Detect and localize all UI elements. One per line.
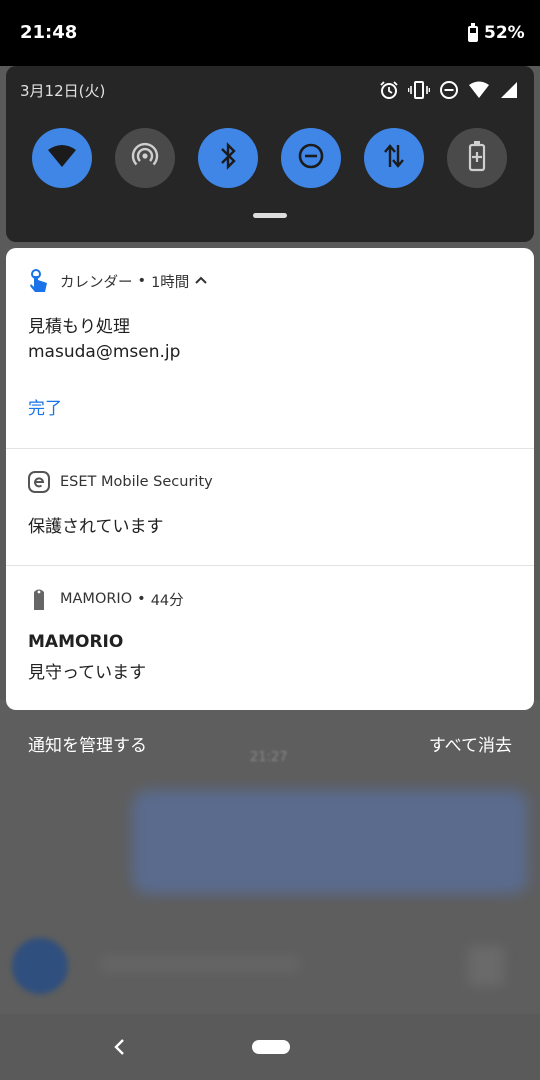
dnd-icon — [296, 141, 326, 175]
notification-time: 44分 — [150, 592, 184, 609]
qs-tiles — [32, 128, 507, 188]
notification-title: 見積もり処理 — [28, 317, 130, 337]
data-arrows-icon — [381, 141, 407, 175]
manage-notifications-button[interactable]: 通知を管理する — [28, 731, 147, 756]
notification-list: カレンダー • 1時間 見積もり処理 masuda@msen.jp 完了 ESE… — [6, 248, 534, 710]
notification-header: MAMORIO • 44分 — [28, 588, 184, 610]
notification-header: カレンダー • 1時間 — [28, 269, 208, 292]
notification-app-name: MAMORIO — [60, 591, 133, 607]
navigation-bar — [0, 1014, 540, 1080]
battery-percent: 52% — [484, 23, 525, 43]
tile-bluetooth[interactable] — [198, 128, 258, 188]
notification-text: 見守っています — [28, 663, 147, 683]
qs-date[interactable]: 3月12日(火) — [20, 80, 105, 101]
background-avatar — [12, 938, 68, 994]
tile-battery-saver[interactable] — [447, 128, 507, 188]
notification-app-name: カレンダー — [60, 274, 133, 291]
tile-do-not-disturb[interactable] — [281, 128, 341, 188]
notification-time: 1時間 — [151, 274, 190, 291]
bluetooth-icon — [217, 141, 239, 175]
tile-hotspot[interactable] — [115, 128, 175, 188]
background-text-line — [100, 956, 300, 972]
signal-icon — [498, 79, 520, 101]
clear-all-button[interactable]: すべて消去 — [429, 731, 512, 756]
notification-title: MAMORIO — [28, 632, 124, 652]
notification-calendar[interactable]: カレンダー • 1時間 見積もり処理 masuda@msen.jp 完了 — [6, 248, 534, 447]
status-indicators — [378, 79, 520, 101]
tile-wifi[interactable] — [32, 128, 92, 188]
battery-icon — [468, 23, 478, 42]
background-timestamp: 21:27 — [250, 750, 288, 765]
background-message-bubble — [132, 790, 528, 894]
home-pill[interactable] — [252, 1040, 290, 1054]
eset-icon — [28, 471, 50, 493]
tile-mobile-data[interactable] — [364, 128, 424, 188]
battery-saver-icon — [467, 140, 487, 176]
notification-text: 保護されています — [28, 517, 164, 537]
qs-expand-handle[interactable] — [253, 213, 287, 218]
status-time: 21:48 — [20, 22, 78, 43]
notification-text: masuda@msen.jp — [28, 342, 181, 362]
status-bar: 21:48 52% — [0, 0, 540, 66]
wifi-icon — [47, 144, 77, 172]
vibrate-icon — [408, 79, 430, 101]
chevron-up-icon[interactable] — [195, 273, 208, 289]
dnd-icon — [438, 79, 460, 101]
notification-eset[interactable]: ESET Mobile Security 保護されています — [6, 448, 534, 565]
done-action-button[interactable]: 完了 — [28, 394, 62, 419]
calendar-hand-icon — [28, 269, 50, 292]
notification-app-name: ESET Mobile Security — [60, 474, 213, 490]
alarm-icon — [378, 79, 400, 101]
notification-mamorio[interactable]: MAMORIO • 44分 MAMORIO 見守っています — [6, 565, 534, 710]
back-icon[interactable] — [108, 1036, 130, 1058]
quick-settings-panel: 3月12日(火) — [6, 66, 534, 242]
background-icon — [468, 946, 504, 986]
notification-header: ESET Mobile Security — [28, 471, 213, 493]
hotspot-icon — [130, 141, 160, 175]
mamorio-tag-icon — [28, 588, 50, 610]
wifi-icon — [468, 79, 490, 101]
